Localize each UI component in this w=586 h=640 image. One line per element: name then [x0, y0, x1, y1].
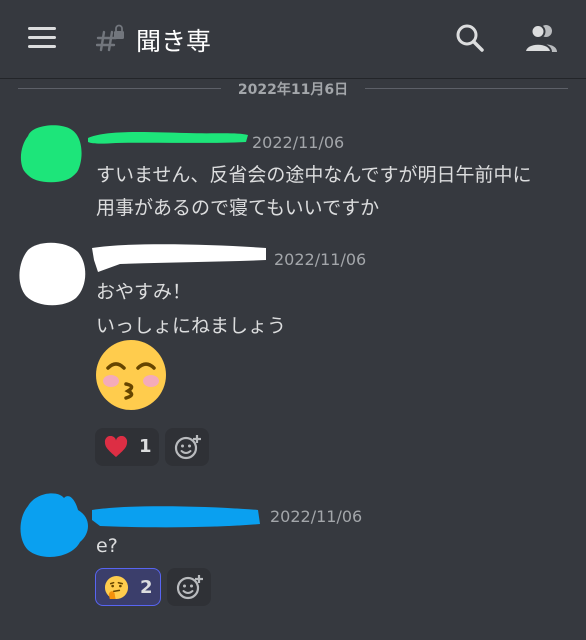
thinking-face-emoji	[104, 575, 129, 600]
channel-header: 聞き専	[0, 0, 586, 78]
message-timestamp: 2022/11/06	[270, 507, 363, 526]
heart-icon	[104, 436, 128, 457]
channel-name: 聞き専	[136, 27, 212, 56]
message-3: 2022/11/06 e? 2	[0, 486, 586, 616]
reaction-count: 1	[139, 436, 152, 457]
avatar[interactable]	[14, 238, 88, 308]
message-text-line: e?	[96, 535, 118, 557]
username-redacted	[92, 506, 260, 528]
message-text-line: いっしょにねましょう	[96, 315, 287, 337]
message-2: 2022/11/06 おやすみ！ いっしょにねましょう 1	[0, 234, 586, 474]
message-timestamp: 2022/11/06	[252, 133, 345, 152]
reaction-count: 2	[140, 577, 153, 598]
kissing-closed-eyes-emoji	[96, 340, 166, 410]
username-redacted	[88, 132, 248, 144]
hashtag-lock-icon	[96, 24, 124, 52]
reaction-heart[interactable]: 1	[95, 428, 159, 466]
date-divider-label: 2022年11月6日	[237, 82, 349, 98]
username-redacted	[92, 244, 266, 272]
message-timestamp: 2022/11/06	[274, 250, 367, 269]
message-text-line: おやすみ！	[96, 281, 192, 303]
members-icon[interactable]	[524, 22, 560, 54]
add-reaction-button[interactable]	[167, 568, 211, 606]
date-divider: 2022年11月6日	[18, 78, 568, 100]
hamburger-icon[interactable]	[28, 27, 56, 49]
message-text-line: 用事があるので寝てもいいですか	[96, 197, 380, 219]
message-1: 2022/11/06 すいません、反省会の途中なんですが明日午前中に 用事がある…	[0, 118, 586, 228]
add-reaction-icon	[176, 575, 203, 600]
add-reaction-icon	[174, 435, 201, 460]
search-icon[interactable]	[454, 22, 486, 54]
reaction-thinking[interactable]: 2	[95, 568, 161, 606]
avatar[interactable]	[18, 122, 84, 184]
avatar[interactable]	[16, 488, 92, 562]
add-reaction-button[interactable]	[165, 428, 209, 466]
message-text-line: すいません、反省会の途中なんですが明日午前中に	[96, 164, 532, 186]
